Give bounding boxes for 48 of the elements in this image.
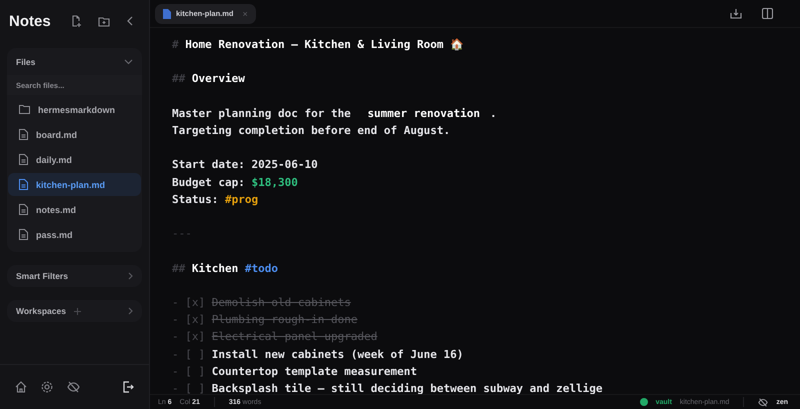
home-icon[interactable] [15,381,27,393]
heading-line: ## Overview [172,71,246,88]
file-item[interactable]: pass.md [8,223,141,246]
document-icon [19,179,28,190]
task-line: - [x] Plumbing rough-in done [172,312,358,328]
heading-line: # Home Renovation — Kitchen & Living Room 🏠 [172,37,466,53]
chevron-icon [128,272,133,280]
section-panel[interactable]: Smart Filters [7,265,142,287]
file-item[interactable]: board.md [8,123,141,146]
eye-off-icon[interactable] [67,381,80,393]
logout-icon[interactable] [122,381,134,393]
task-line: - [ ] Install new cabinets (week of June 16) [172,346,464,363]
document-icon [19,154,28,165]
eye-off-icon[interactable] [758,398,768,406]
file-item[interactable]: hermesmarkdown [8,98,141,121]
section-label: Files [16,57,36,67]
file-item[interactable]: kitchen-plan.md [8,173,141,196]
new-file-icon[interactable] [70,15,82,27]
text-line: Targeting completion before end of August. [172,122,452,139]
chevron-icon [128,307,133,315]
split-view-icon[interactable] [762,8,773,19]
text-line: Start date: 2025-06-10 [172,157,319,174]
settings-icon[interactable] [41,381,53,393]
task-line: - [x] Demolish old cabinets [172,294,352,311]
file-item[interactable]: notes.md [8,198,141,221]
section-panel[interactable]: Workspaces [7,300,142,322]
folder-icon [19,105,30,114]
task-line: - [x] Electrical panel upgraded [172,329,378,346]
horizontal-rule-marker: --- [172,226,193,242]
chevron-icon[interactable] [124,59,133,65]
document-icon [19,229,28,240]
document-icon [19,129,28,140]
download-icon[interactable] [730,8,742,19]
task-line: - [ ] Backsplash tile — still deciding between subway and zellige [172,380,604,394]
file-item[interactable]: daily.md [8,148,141,171]
vault-icon [640,398,648,406]
new-folder-icon[interactable] [98,16,110,26]
heading-line: ## Kitchen #todo [172,260,279,277]
collapse-icon[interactable] [126,16,134,26]
section-label: Smart Filters [16,271,68,281]
document-icon [19,204,28,215]
task-line: - [ ] Countertop template measurement [172,364,418,380]
text-line: Master planning doc for the summer renovation . [172,106,498,122]
section-label: Workspaces [16,306,66,316]
text-line: Budget cap: $18,300 [172,174,299,191]
document-icon [163,8,171,18]
text-line: Status: #prog [172,192,260,208]
app-title: Notes [9,12,52,30]
